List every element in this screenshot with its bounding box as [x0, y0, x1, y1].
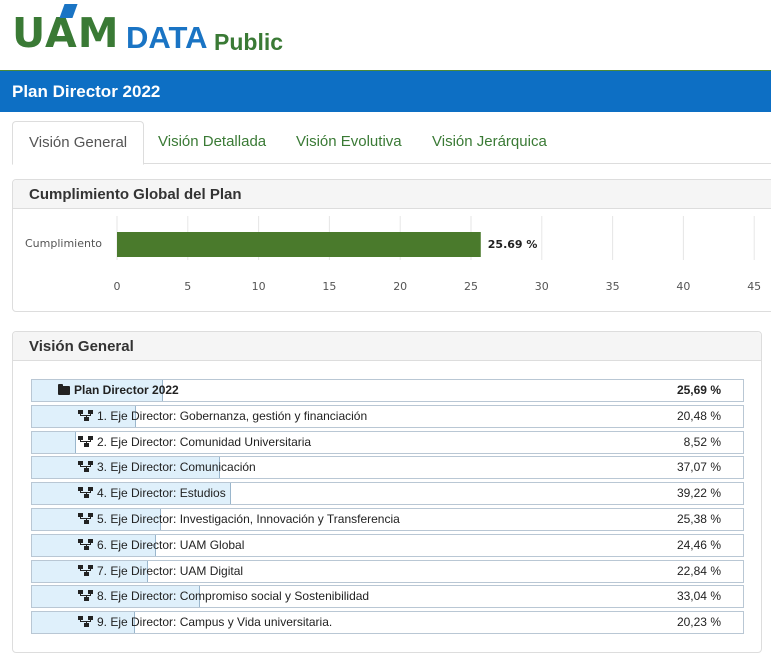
tree-row-text: 8. Eje Director: Compromiso social y Sos… [97, 589, 370, 604]
tree-row-label: 8. Eje Director: Compromiso social y Sos… [78, 589, 369, 603]
compliance-bar [117, 232, 481, 257]
tree-row[interactable]: 4. Eje Director: Estudios 39,22 % [31, 482, 744, 506]
title-bar: Plan Director 2022 [0, 71, 771, 112]
sitemap-icon [78, 564, 93, 576]
x-tick-label: 45 [747, 280, 761, 293]
tree-row-value: 25,38 % [676, 512, 721, 526]
x-tick-label: 0 [114, 280, 121, 293]
tree-row-label: 5. Eje Director: Investigación, Innovaci… [78, 512, 400, 526]
tree-row[interactable]: 3. Eje Director: Comunicación 37,07 % [31, 456, 744, 480]
bar-value-label: 25.69 % [488, 238, 538, 251]
tree-row-value: 25,69 % [676, 383, 721, 397]
sitemap-icon [78, 513, 93, 524]
x-tick-label: 15 [322, 280, 336, 293]
tree-row[interactable]: 9. Eje Director: Campus y Vida universit… [31, 611, 744, 635]
sitemap-icon [78, 487, 93, 499]
tree-row-label: 9. Eje Director: Campus y Vida universit… [78, 615, 332, 629]
sitemap-icon [78, 409, 93, 421]
tree-row-value: 8,52 % [683, 434, 721, 449]
tree-row[interactable]: 8. Eje Director: Compromiso social y Sos… [31, 585, 744, 609]
tree-row-text: 9. Eje Director: Campus y Vida universit… [97, 615, 333, 630]
tab-vision-evolutiva[interactable]: Visión Evolutiva [296, 121, 402, 163]
tab-vision-jerarquica[interactable]: Visión Jerárquica [432, 121, 547, 163]
page-title: Plan Director 2022 [12, 82, 161, 101]
x-tick-label: 10 [252, 280, 266, 293]
x-tick-label: 20 [393, 280, 407, 293]
tab-vision-general[interactable]: Visión General [12, 121, 145, 165]
tree-row-value: 24,46 % [676, 537, 721, 552]
global-panel-title: Cumplimiento Global del Plan [29, 186, 242, 203]
category-label: Cumplimiento [25, 237, 102, 250]
tab-bar: Visión General Visión Detallada Visión E… [12, 121, 771, 165]
tree-row-label: 7. Eje Director: UAM Digital [78, 564, 243, 578]
tree-row-text: 3. Eje Director: Comunicación [97, 460, 256, 475]
datapublic-logo-public[interactable]: Public [214, 29, 283, 56]
tree-row-label: 4. Eje Director: Estudios [78, 486, 226, 500]
tree-row-text: Plan Director 2022 [74, 383, 179, 397]
tree-row-value: 39,22 % [676, 486, 721, 501]
tree-row-value: 22,84 % [676, 563, 721, 578]
x-tick-label: 35 [606, 280, 620, 293]
tree-row-value: 33,04 % [676, 589, 721, 604]
sitemap-icon [78, 435, 93, 447]
tree-row-text: 4. Eje Director: Estudios [97, 486, 226, 501]
tree-row-text: 1. Eje Director: Gobernanza, gestión y f… [97, 408, 368, 423]
tree-row-text: 7. Eje Director: UAM Digital [97, 563, 244, 578]
folder-icon [58, 384, 70, 395]
datapublic-logo-data[interactable]: DATA [126, 20, 208, 56]
x-tick-label: 30 [535, 280, 549, 293]
x-tick-label: 40 [676, 280, 690, 293]
tree-row-label: Plan Director 2022 [58, 383, 179, 397]
global-compliance-panel: Cumplimiento Global del Plan 0 5 10 15 20 25 3… [12, 179, 771, 312]
sitemap-icon [78, 538, 93, 550]
tab-vision-detallada[interactable]: Visión Detallada [158, 121, 266, 163]
tree-row[interactable]: 1. Eje Director: Gobernanza, gestión y f… [31, 404, 744, 428]
tree-row-label: 2. Eje Director: Comunidad Universitaria [78, 435, 311, 449]
sitemap-icon [78, 590, 93, 602]
tree-row-value: 20,23 % [676, 615, 721, 630]
tree-row[interactable]: 2. Eje Director: Comunidad Universitaria… [31, 430, 744, 454]
tree-row-text: 2. Eje Director: Comunidad Universitaria [97, 434, 312, 449]
overview-panel: Visión General Plan Director 2022 25,69 %… [12, 331, 762, 653]
tree-row-label: 6. Eje Director: UAM Global [78, 538, 244, 552]
global-panel-header: Cumplimiento Global del Plan [13, 180, 771, 209]
tree-row-text: 6. Eje Director: UAM Global [97, 537, 245, 552]
compliance-chart: 0 5 10 15 20 25 30 35 40 45 Cumplimiento 25.69 % [25, 216, 761, 293]
tree-row-value: 20,48 % [676, 408, 721, 423]
tree-row[interactable]: 5. Eje Director: Investigación, Innovaci… [31, 508, 744, 531]
overview-panel-header: Visión General [13, 332, 761, 361]
x-tick-label: 5 [184, 280, 191, 293]
tree-row-label: 1. Eje Director: Gobernanza, gestión y f… [78, 409, 367, 423]
tree-row-label: 3. Eje Director: Comunicación [78, 460, 256, 474]
progress-fill [32, 431, 76, 453]
brand-header: UAM DATA Public [0, 0, 771, 70]
tree-row[interactable]: Plan Director 2022 25,69 % [31, 379, 744, 402]
sitemap-icon [78, 616, 93, 628]
tree-row-text: 5. Eje Director: Investigación, Innovaci… [97, 512, 400, 526]
tree-row[interactable]: 7. Eje Director: UAM Digital 22,84 % [31, 559, 744, 583]
tree-row-value: 37,07 % [676, 460, 721, 475]
x-tick-label: 25 [464, 280, 478, 293]
tree-row[interactable]: 6. Eje Director: UAM Global 24,46 % [31, 533, 744, 557]
sitemap-icon [78, 461, 93, 473]
overview-panel-title: Visión General [29, 338, 134, 355]
